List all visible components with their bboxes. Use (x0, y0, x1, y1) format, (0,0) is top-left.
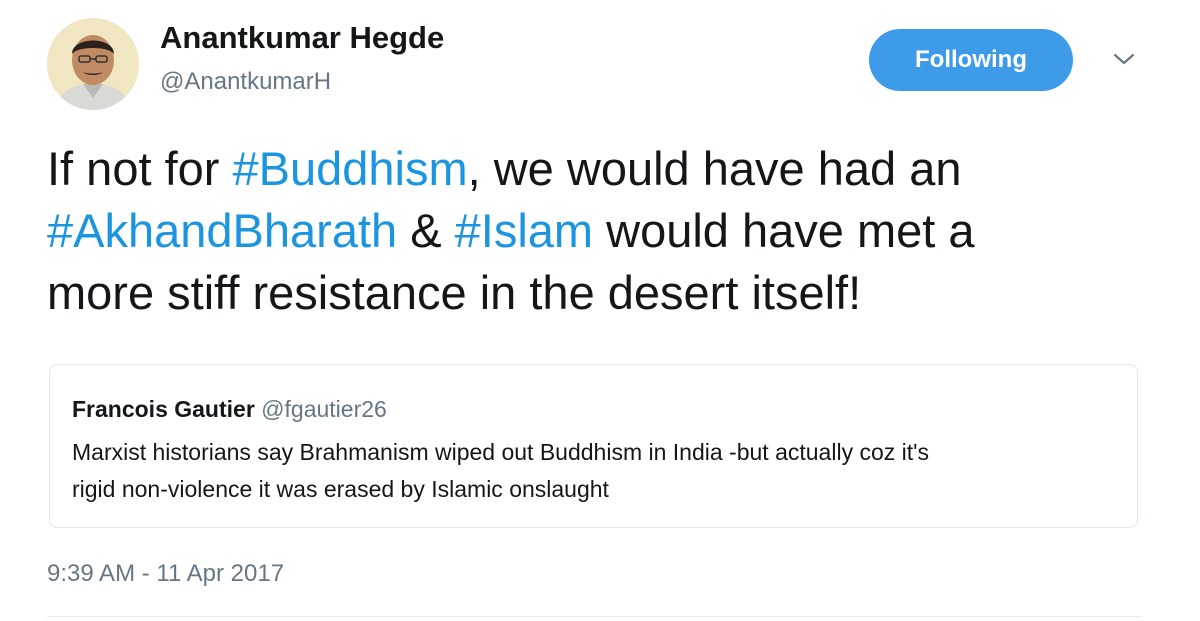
quoted-text-line-2: rigid non-violence it was erased by Isla… (72, 476, 609, 502)
quoted-author-name: Francois Gautier (72, 396, 255, 422)
tweet-text: If not for #Buddhism, we would have had … (47, 138, 1167, 324)
chevron-down-icon[interactable] (1112, 50, 1136, 68)
tweet-line-2: #AkhandBharath & #Islam would have met a (47, 200, 1167, 262)
author-name[interactable]: Anantkumar Hegde (160, 20, 444, 56)
following-button[interactable]: Following (869, 29, 1073, 91)
avatar[interactable] (47, 18, 139, 110)
quoted-text-line-1: Marxist historians say Brahmanism wiped … (72, 439, 930, 465)
tweet-text-segment: would have met a (593, 204, 975, 257)
tweet-text-segment: If not for (47, 142, 233, 195)
quoted-author-handle: @fgautier26 (261, 396, 387, 422)
tweet-timestamp[interactable]: 9:39 AM - 11 Apr 2017 (47, 560, 284, 588)
quoted-tweet-card[interactable]: Francois Gautier @fgautier26 Marxist his… (49, 364, 1138, 528)
author-handle[interactable]: @AnantkumarH (160, 68, 331, 96)
quoted-tweet-header: Francois Gautier @fgautier26 (72, 395, 387, 423)
divider (47, 616, 1142, 617)
tweet-line-1: If not for #Buddhism, we would have had … (47, 138, 1167, 200)
tweet-line-3: more stiff resistance in the desert itse… (47, 266, 862, 319)
tweet-text-segment: , we would have had an (467, 142, 962, 195)
hashtag-buddhism[interactable]: #Buddhism (232, 142, 467, 195)
hashtag-islam[interactable]: #Islam (455, 204, 593, 257)
profile-photo (47, 18, 139, 110)
tweet-text-segment: & (397, 204, 455, 257)
quoted-tweet-text: Marxist historians say Brahmanism wiped … (72, 434, 1112, 508)
hashtag-akhandbharath[interactable]: #AkhandBharath (47, 204, 397, 257)
